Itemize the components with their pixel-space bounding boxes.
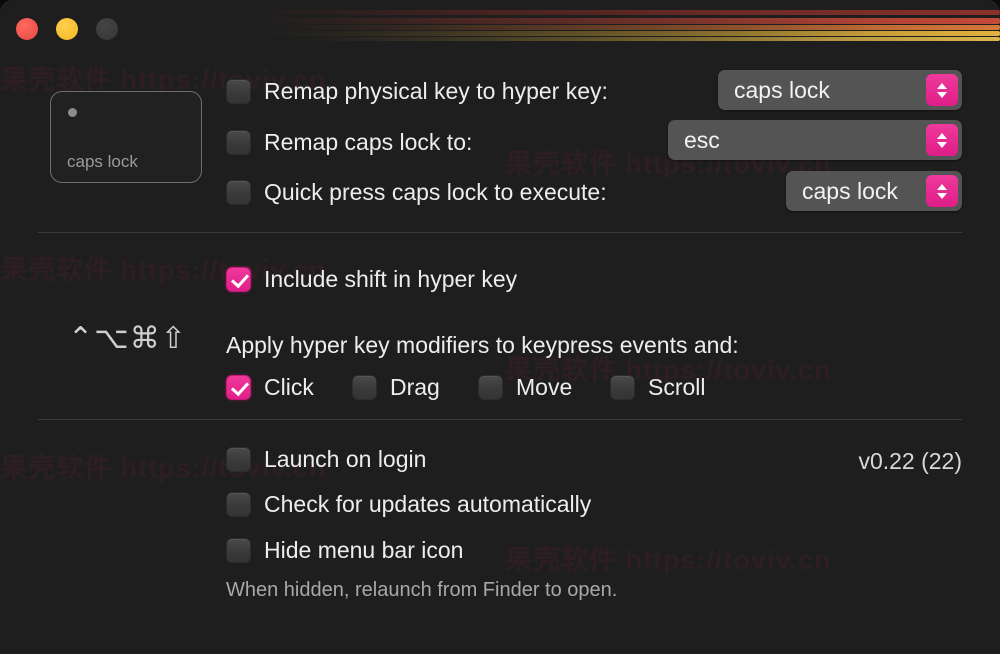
hide-menu-bar-label: Hide menu bar icon xyxy=(264,537,464,563)
version-label: v0.22 (22) xyxy=(858,448,962,474)
check-updates-checkbox[interactable] xyxy=(226,492,251,517)
include-shift-checkbox[interactable] xyxy=(226,267,251,292)
caps-lock-led-icon xyxy=(68,108,77,117)
stripe-1 xyxy=(250,10,1000,15)
event-scroll-checkbox[interactable] xyxy=(610,375,635,400)
event-move-label: Move xyxy=(516,374,573,400)
hide-menu-bar-checkbox[interactable] xyxy=(226,538,251,563)
chevron-up-icon xyxy=(937,82,947,89)
chevron-down-icon xyxy=(937,141,947,148)
event-click-row[interactable]: Click xyxy=(226,374,314,401)
hyper-key-section: Include shift in hyper key ⌃⌥⌘⇧ Apply hy… xyxy=(0,233,1000,419)
modifier-glyphs: ⌃⌥⌘⇧ xyxy=(68,321,187,356)
quick-press-select[interactable]: caps lock xyxy=(786,171,962,211)
app-window: 果壳软件 https://toviv.cn 果壳软件 https://toviv… xyxy=(0,0,1000,654)
keycap-label: caps lock xyxy=(67,152,138,171)
chevron-updown-icon[interactable] xyxy=(926,74,958,106)
stripe-5 xyxy=(300,37,1000,41)
zoom-button[interactable] xyxy=(96,18,118,40)
decorative-stripes xyxy=(0,0,1000,48)
app-section: Launch on login v0.22 (22) Check for upd… xyxy=(0,420,1000,654)
event-drag-checkbox[interactable] xyxy=(352,375,377,400)
chevron-down-icon xyxy=(937,192,947,199)
window-controls xyxy=(16,18,118,40)
remap-section: caps lock Remap physical key to hyper ke… xyxy=(0,58,1000,232)
event-scroll-label: Scroll xyxy=(648,374,706,400)
physical-key-select[interactable]: caps lock xyxy=(718,70,962,110)
event-drag-label: Drag xyxy=(390,374,440,400)
event-drag-row[interactable]: Drag xyxy=(352,374,440,401)
remap-caps-lock-row[interactable]: Remap caps lock to: xyxy=(226,129,472,156)
hide-menu-bar-row[interactable]: Hide menu bar icon xyxy=(226,537,463,564)
caps-lock-remap-select[interactable]: esc xyxy=(668,120,962,160)
check-updates-row[interactable]: Check for updates automatically xyxy=(226,491,591,518)
event-click-label: Click xyxy=(264,374,314,400)
caps-lock-remap-select-value: esc xyxy=(684,126,720,153)
chevron-updown-icon[interactable] xyxy=(926,175,958,207)
stripe-4 xyxy=(255,31,1000,36)
include-shift-row[interactable]: Include shift in hyper key xyxy=(226,266,517,293)
launch-on-login-label: Launch on login xyxy=(264,446,427,472)
quick-press-select-value: caps lock xyxy=(802,177,898,204)
event-move-row[interactable]: Move xyxy=(478,374,572,401)
chevron-up-icon xyxy=(937,132,947,139)
hide-menu-bar-hint: When hidden, relaunch from Finder to ope… xyxy=(226,579,618,601)
minimize-button[interactable] xyxy=(56,18,78,40)
chevron-updown-icon[interactable] xyxy=(926,124,958,156)
physical-key-select-value: caps lock xyxy=(734,76,830,103)
stripe-2 xyxy=(245,18,1000,24)
apply-modifiers-label: Apply hyper key modifiers to keypress ev… xyxy=(226,332,739,358)
chevron-up-icon xyxy=(937,183,947,190)
quick-press-checkbox[interactable] xyxy=(226,180,251,205)
launch-on-login-row[interactable]: Launch on login xyxy=(226,446,426,473)
chevron-down-icon xyxy=(937,91,947,98)
include-shift-label: Include shift in hyper key xyxy=(264,266,518,292)
remap-caps-lock-label: Remap caps lock to: xyxy=(264,129,473,155)
stripe-3 xyxy=(252,25,1000,30)
event-move-checkbox[interactable] xyxy=(478,375,503,400)
launch-on-login-checkbox[interactable] xyxy=(226,447,251,472)
event-scroll-row[interactable]: Scroll xyxy=(610,374,706,401)
close-button[interactable] xyxy=(16,18,38,40)
caps-lock-keycap-illustration: caps lock xyxy=(50,91,202,183)
quick-press-row[interactable]: Quick press caps lock to execute: xyxy=(226,179,607,206)
remap-physical-key-row[interactable]: Remap physical key to hyper key: xyxy=(226,78,608,105)
settings-content: caps lock Remap physical key to hyper ke… xyxy=(0,58,1000,654)
remap-physical-key-checkbox[interactable] xyxy=(226,79,251,104)
remap-physical-key-label: Remap physical key to hyper key: xyxy=(264,78,608,104)
quick-press-label: Quick press caps lock to execute: xyxy=(264,179,607,205)
check-updates-label: Check for updates automatically xyxy=(264,491,592,517)
remap-caps-lock-checkbox[interactable] xyxy=(226,130,251,155)
event-click-checkbox[interactable] xyxy=(226,375,251,400)
